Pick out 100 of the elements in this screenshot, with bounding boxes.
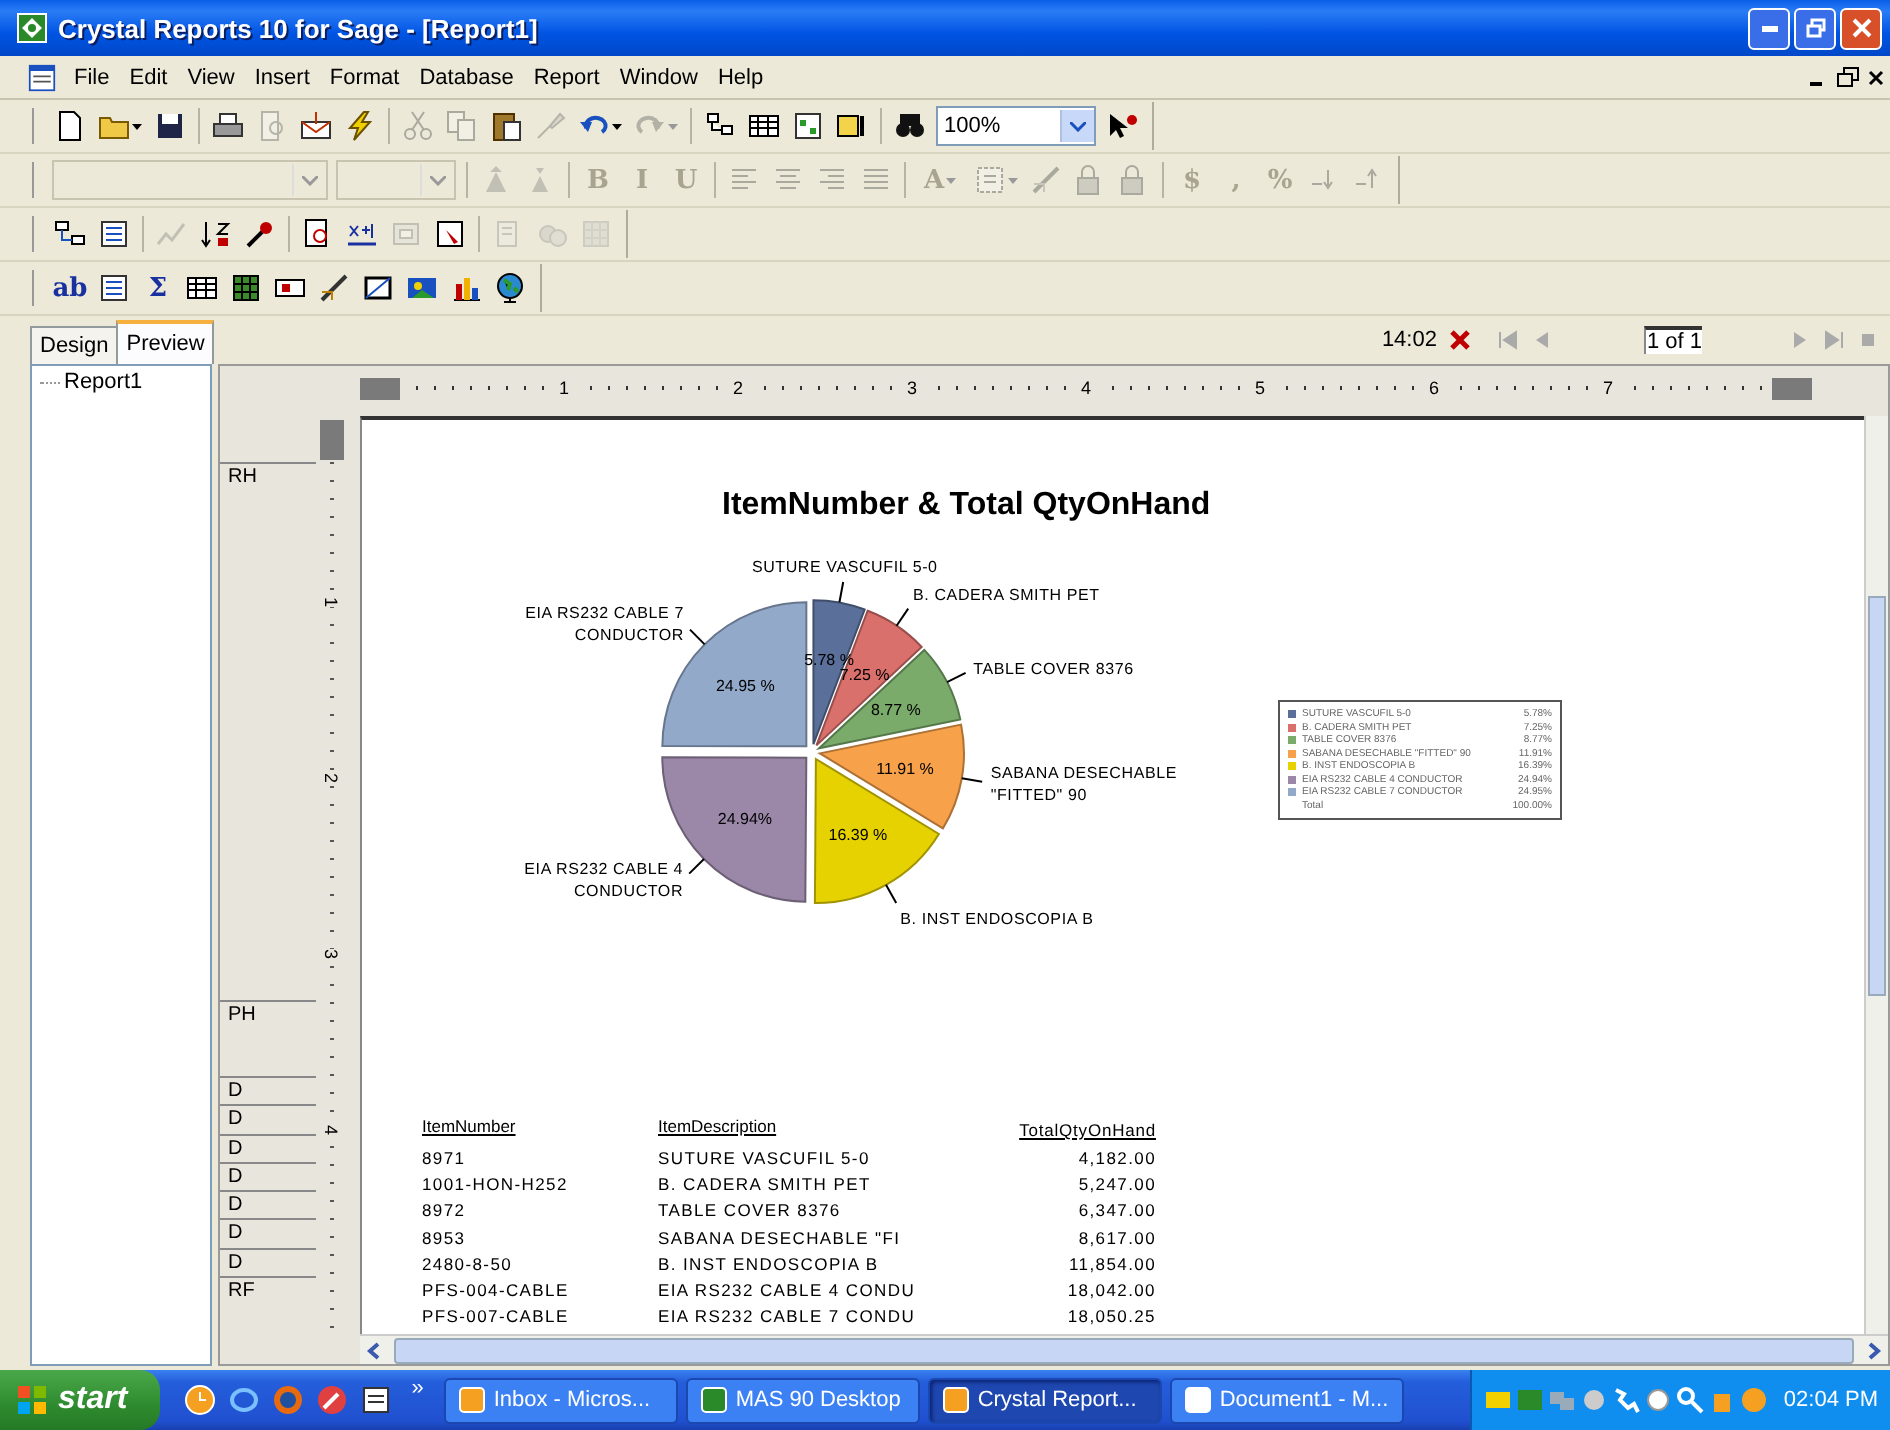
document-icon[interactable] bbox=[28, 63, 56, 91]
taskbar-button[interactable]: Inbox - Micros... bbox=[443, 1377, 678, 1423]
toolbar-button[interactable]: ab bbox=[48, 266, 92, 310]
trend-icon bbox=[156, 218, 188, 250]
table-cell-text: PFS-007-CABLE bbox=[422, 1306, 571, 1327]
restore-icon[interactable] bbox=[1834, 65, 1862, 89]
stop-square-icon[interactable] bbox=[1858, 328, 1878, 352]
data-label: 24.94% bbox=[717, 810, 773, 829]
menu-item[interactable]: Report bbox=[523, 65, 610, 89]
data-label: 11.91 % bbox=[876, 760, 934, 779]
windows-flag-icon bbox=[16, 1384, 48, 1416]
table-cell-text: 8953 bbox=[422, 1227, 468, 1248]
table-cell-text: 18,042.00 bbox=[1065, 1280, 1156, 1301]
ruler-number: 4 bbox=[322, 1125, 342, 1135]
previous-page-icon[interactable] bbox=[1532, 328, 1553, 352]
caret-icon bbox=[132, 123, 142, 129]
table-cell-text: B. INST ENDOSCOPIA B bbox=[658, 1253, 881, 1274]
printer-icon bbox=[212, 110, 244, 142]
restore-button[interactable] bbox=[1794, 7, 1836, 49]
line-icon bbox=[1030, 164, 1062, 196]
column-header: ItemNumber bbox=[422, 1116, 516, 1140]
zoom-dropdown[interactable]: 100% bbox=[936, 106, 1096, 146]
table-cell-text: EIA RS232 CABLE 7 CONDU bbox=[658, 1306, 918, 1327]
table-cell-text: 6,347.00 bbox=[1076, 1200, 1156, 1221]
window-title: Crystal Reports 10 for Sage - [Report1] bbox=[58, 13, 540, 43]
close-icon[interactable] bbox=[1866, 65, 1886, 89]
ruler-number: 5 bbox=[1252, 378, 1267, 398]
menu-item[interactable]: View bbox=[177, 65, 245, 89]
page-icon bbox=[54, 110, 86, 142]
window-icon bbox=[941, 1386, 970, 1414]
table-cell-text: SUTURE VASCUFIL 5-0 bbox=[658, 1147, 872, 1168]
column-header: TotalQtyOnHand bbox=[1019, 1120, 1156, 1140]
ruler-number: 2 bbox=[730, 378, 745, 398]
elapsed-time: 14:02 bbox=[1381, 328, 1437, 352]
data-label: 7.25 % bbox=[839, 665, 890, 684]
horizontal-scrollbar[interactable] bbox=[360, 1334, 1888, 1364]
tree-item[interactable]: Report1 bbox=[64, 370, 143, 394]
last-page-icon[interactable] bbox=[1822, 328, 1846, 352]
window-icon bbox=[1183, 1386, 1212, 1414]
next-page-icon[interactable] bbox=[1790, 328, 1810, 352]
category-label: B. INST ENDOSCOPIA B bbox=[900, 908, 1096, 931]
window-icon[interactable] bbox=[359, 1384, 392, 1416]
section-label: PH bbox=[226, 1004, 256, 1026]
section-label: D bbox=[226, 1080, 243, 1102]
brush-icon bbox=[534, 110, 566, 142]
taskbar-button[interactable]: Crystal Report... bbox=[927, 1377, 1162, 1423]
taskbar-button[interactable]: Document1 - M... bbox=[1169, 1377, 1404, 1423]
leader-line bbox=[960, 777, 984, 783]
section-label: D bbox=[226, 1222, 243, 1245]
start-button[interactable]: start bbox=[0, 1370, 160, 1430]
table-cell-text: TABLE COVER 8376 bbox=[658, 1200, 843, 1221]
scrollbar-thumb[interactable] bbox=[1868, 596, 1886, 996]
picture-icon bbox=[406, 272, 438, 304]
ruler-number: 2 bbox=[322, 773, 342, 783]
list-icon bbox=[98, 272, 130, 304]
category-label: EIA RS232 CABLE 7 CONDUCTOR bbox=[523, 601, 684, 646]
scrollbar-thumb[interactable] bbox=[394, 1337, 1854, 1363]
close-button[interactable] bbox=[1840, 7, 1882, 49]
section-label: D bbox=[226, 1165, 243, 1188]
table-cell-text: 11,854.00 bbox=[1067, 1253, 1156, 1274]
leader-line bbox=[838, 581, 845, 604]
toolbar-button[interactable]: Σ bbox=[136, 266, 180, 310]
menu-item[interactable]: Database bbox=[409, 65, 524, 89]
window-icon bbox=[457, 1386, 486, 1414]
stop-icon[interactable] bbox=[1448, 328, 1473, 352]
menu-item[interactable]: Insert bbox=[244, 65, 320, 89]
table-cell-text: 8972 bbox=[422, 1200, 468, 1221]
vertical-scrollbar[interactable] bbox=[1864, 416, 1888, 1334]
menu-item[interactable]: Edit bbox=[119, 65, 178, 89]
table-cell-text: SABANA DESECHABLE "FI bbox=[658, 1227, 903, 1248]
table-cell-text: 2480-8-50 bbox=[422, 1253, 515, 1274]
tab[interactable]: Preview bbox=[116, 320, 215, 364]
first-page-icon[interactable] bbox=[1496, 328, 1521, 352]
taskbar-button[interactable]: MAS 90 Desktop bbox=[685, 1377, 920, 1423]
minimize-button[interactable] bbox=[1748, 7, 1790, 49]
chartbars-icon bbox=[450, 272, 482, 304]
tab[interactable]: Design bbox=[30, 326, 119, 364]
menu-item[interactable]: Help bbox=[707, 65, 774, 89]
ruler-margin-marker[interactable] bbox=[360, 377, 400, 399]
scissors-icon bbox=[402, 110, 434, 142]
menu-item[interactable]: File bbox=[64, 65, 120, 89]
category-label: SABANA DESECHABLE "FITTED" 90 bbox=[990, 761, 1179, 806]
leader-line bbox=[895, 607, 910, 627]
ruler-number: 3 bbox=[904, 378, 919, 398]
menu-item[interactable]: Format bbox=[319, 65, 410, 89]
window-icon bbox=[699, 1386, 728, 1414]
rect-icon bbox=[362, 272, 394, 304]
leader-line bbox=[689, 628, 706, 646]
ruler-number: 1 bbox=[556, 378, 571, 398]
ruler-margin-marker[interactable] bbox=[320, 420, 344, 460]
search-icon[interactable] bbox=[1675, 1386, 1704, 1414]
ruler-number: 3 bbox=[322, 949, 342, 959]
more-chevron[interactable]: » bbox=[411, 1376, 424, 1400]
ruler-margin-marker[interactable] bbox=[1772, 377, 1812, 399]
menu-item[interactable]: Window bbox=[609, 65, 708, 89]
category-label: SUTURE VASCUFIL 5-0 bbox=[749, 555, 940, 578]
caret-icon bbox=[946, 177, 957, 183]
section-label: D bbox=[226, 1194, 243, 1217]
gridgreen-icon bbox=[230, 272, 262, 304]
table-cell-text: 5,247.00 bbox=[1076, 1173, 1156, 1194]
